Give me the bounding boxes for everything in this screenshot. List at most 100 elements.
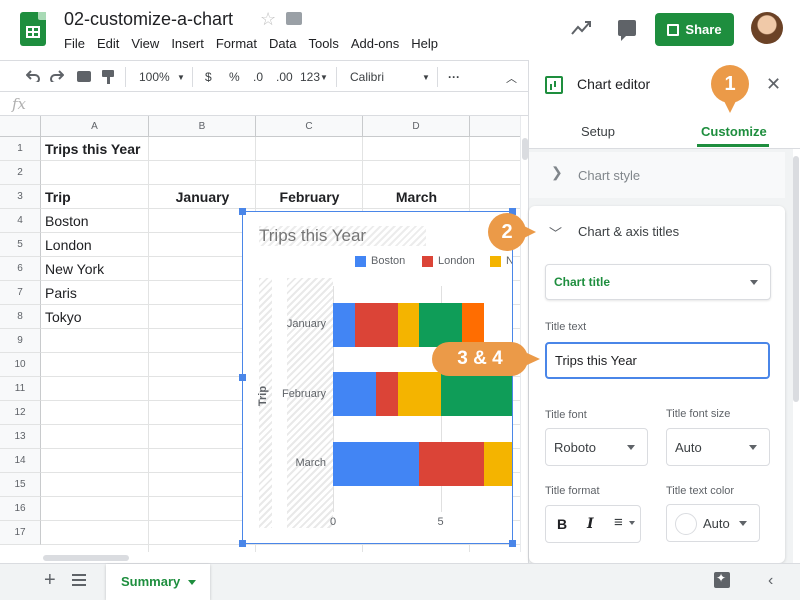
row-header[interactable]: 2 [0,161,41,185]
cell-d3[interactable]: March [363,185,470,209]
corner-header[interactable] [0,116,41,137]
row-header[interactable]: 7 [0,281,41,305]
row-header[interactable]: 11 [0,377,41,401]
activity-trend-icon[interactable] [570,18,592,38]
row-header[interactable]: 1 [0,137,41,161]
avatar[interactable] [751,12,783,44]
add-sheet-icon[interactable]: + [44,569,56,592]
sheets-logo-icon[interactable] [20,12,46,46]
column-header-c[interactable]: C [256,116,363,137]
row-header[interactable]: 9 [0,329,41,353]
row-header[interactable]: 14 [0,449,41,473]
row-header[interactable]: 17 [0,521,41,545]
chart-resize-handle[interactable] [509,540,516,547]
paint-format-icon[interactable] [102,70,114,77]
formula-bar[interactable]: fx [0,92,528,116]
currency-format-button[interactable]: $ [205,70,212,84]
embedded-chart[interactable]: Trips this Year Trip Boston London Ne 0 5 Jan… [242,211,513,544]
comment-icon[interactable] [618,20,636,41]
cell-a7[interactable]: Paris [41,281,148,305]
bar-segment[interactable] [354,303,398,347]
column-header-a[interactable]: A [41,116,149,137]
row-header[interactable]: 4 [0,209,41,233]
star-icon[interactable]: ☆ [260,9,276,30]
menu-data[interactable]: Data [269,36,296,51]
cell-a5[interactable]: London [41,233,148,257]
decrease-decimal-button[interactable]: .0 [253,70,263,84]
row-header[interactable]: 13 [0,425,41,449]
cell-a3[interactable]: Trip [41,185,148,209]
tab-customize[interactable]: Customize [701,124,767,139]
section-chart-style[interactable] [529,152,785,198]
sheet-tab-summary[interactable]: Summary [106,564,210,600]
title-text-input[interactable] [545,342,770,379]
increase-decimal-button[interactable]: .00 [276,70,293,84]
cell-c3[interactable]: February [256,185,363,209]
cell-a6[interactable]: New York [41,257,148,281]
menu-help[interactable]: Help [411,36,438,51]
undo-icon[interactable] [26,70,40,82]
cell-b3[interactable]: January [149,185,256,209]
chart-title[interactable]: Trips this Year [259,226,427,246]
column-header-d[interactable]: D [363,116,470,137]
all-sheets-icon[interactable] [72,574,86,586]
bar-segment[interactable] [419,442,484,486]
row-header[interactable]: 15 [0,473,41,497]
folder-icon[interactable] [286,12,302,25]
legend-item[interactable]: Ne [490,255,512,267]
bar-segment[interactable] [462,303,484,347]
editor-scrollbar[interactable] [793,156,799,402]
cell-a8[interactable]: Tokyo [41,305,148,329]
bar-segment[interactable] [440,372,512,416]
row-header[interactable]: 12 [0,401,41,425]
cell-a4[interactable]: Boston [41,209,148,233]
bar-segment[interactable] [483,442,512,486]
chart-resize-handle[interactable] [239,208,246,215]
grid-vertical-scrollbar[interactable] [520,116,528,552]
menu-view[interactable]: View [131,36,159,51]
align-icon[interactable]: ≡ [614,514,623,531]
row-header[interactable]: 10 [0,353,41,377]
menu-addons[interactable]: Add-ons [351,36,399,51]
explore-icon[interactable] [714,571,730,588]
menu-insert[interactable]: Insert [171,36,204,51]
column-header-e[interactable] [470,116,520,137]
bar-segment[interactable] [376,372,398,416]
bar-segment[interactable] [333,442,419,486]
grid-horizontal-scrollbar[interactable] [41,552,520,562]
chevron-left-icon[interactable]: ‹ [768,572,773,590]
zoom-select[interactable]: 100% [139,70,170,84]
italic-button[interactable]: I [587,516,594,532]
font-select[interactable]: Calibri [350,70,384,84]
document-title[interactable]: 02-customize-a-chart [64,9,233,30]
menu-format[interactable]: Format [216,36,257,51]
row-header[interactable]: 16 [0,497,41,521]
bar-segment[interactable] [397,372,441,416]
scroll-thumb[interactable] [43,555,129,561]
legend-item[interactable]: Boston [355,255,405,267]
title-font-select[interactable]: Roboto [545,428,648,466]
row-header[interactable]: 5 [0,233,41,257]
collapse-toolbar-icon[interactable]: ︿ [506,70,517,86]
bar-segment[interactable] [333,372,376,416]
bar-segment[interactable] [397,303,419,347]
share-button[interactable]: Share [655,13,734,46]
title-text-color-select[interactable]: Auto [666,504,760,542]
more-toolbar-button[interactable]: ··· [448,70,460,84]
section-axis-titles-label[interactable]: Chart & axis titles [578,224,679,239]
redo-icon[interactable] [50,70,64,82]
cell-a1[interactable]: Trips this Year [41,137,241,161]
chevron-down-icon[interactable]: ﹀ [549,223,562,242]
close-icon[interactable]: ✕ [766,74,781,95]
print-icon[interactable] [77,71,91,82]
title-font-size-select[interactable]: Auto [666,428,770,466]
more-formats-button[interactable]: 123 [300,70,320,84]
row-header[interactable]: 6 [0,257,41,281]
bold-button[interactable]: B [557,516,567,532]
menu-edit[interactable]: Edit [97,36,119,51]
column-header-b[interactable]: B [149,116,256,137]
bar-segment[interactable] [419,303,462,347]
y-axis-title[interactable]: Trip [257,386,269,406]
chart-resize-handle[interactable] [239,540,246,547]
bar-segment[interactable] [333,303,355,347]
